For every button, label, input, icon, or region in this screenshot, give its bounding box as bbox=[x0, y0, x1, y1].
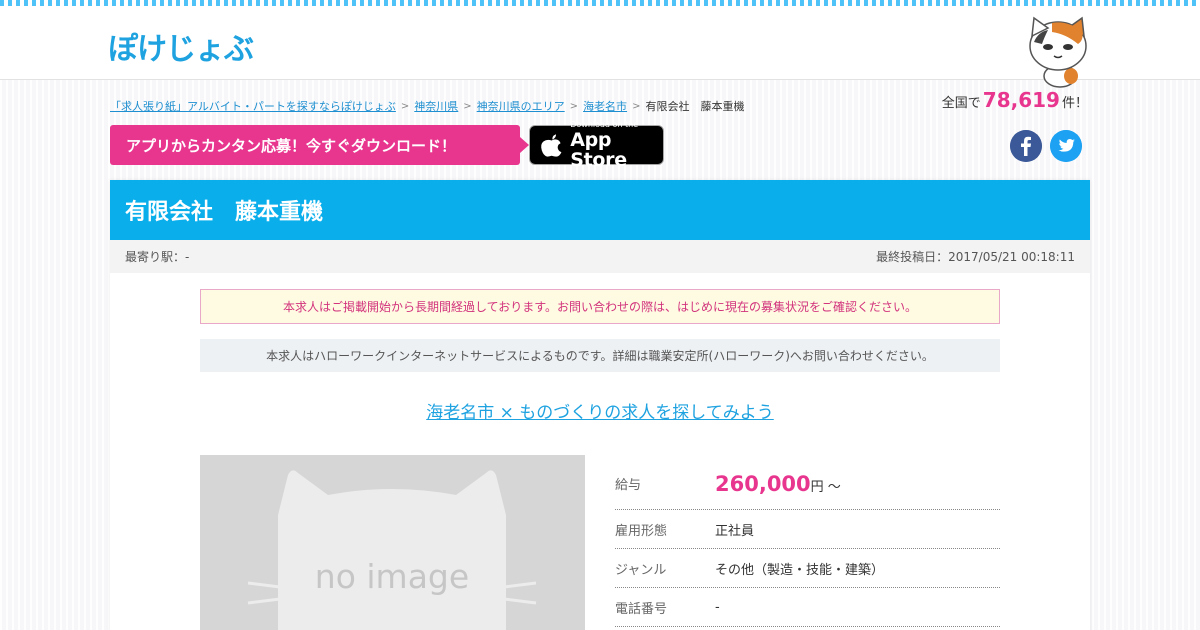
breadcrumb: 「求人張り紙」アルバイト・パートを探すならぽけじょぶ > 神奈川県 > 神奈川県… bbox=[110, 98, 744, 114]
no-image-text: no image bbox=[315, 557, 469, 596]
source-notice: 本求人はハローワークインターネットサービスによるものです。詳細は職業安定所(ハロ… bbox=[200, 339, 1000, 372]
detail-row-phone: 電話番号 - bbox=[615, 588, 1000, 627]
employment-value: 正社員 bbox=[715, 523, 755, 539]
apple-icon bbox=[541, 134, 562, 157]
app-store-label: App Store bbox=[570, 129, 627, 171]
chevron-right-icon: > bbox=[632, 100, 641, 112]
detail-row-salary: 給与 260,000円 ～ bbox=[615, 458, 1000, 510]
breadcrumb-current: 有限会社 藤本重機 bbox=[645, 100, 745, 113]
job-title: 有限会社 藤本重機 bbox=[110, 180, 1090, 240]
job-count-number: 78,619 bbox=[982, 88, 1060, 112]
chevron-right-icon: > bbox=[569, 100, 579, 112]
detail-row-genre: ジャンル その他（製造・技能・建築） bbox=[615, 549, 1000, 588]
salary-label: 給与 bbox=[615, 478, 642, 493]
chevron-right-icon: > bbox=[400, 100, 410, 112]
salary-value: 260,000円 ～ bbox=[715, 472, 841, 496]
breadcrumb-link-prefecture[interactable]: 神奈川県 bbox=[414, 98, 458, 114]
job-count-suffix: 件！ bbox=[1061, 96, 1088, 111]
app-store-button[interactable]: Download on the App Store bbox=[529, 120, 664, 170]
job-meta: 最寄り駅：- 最終投稿日：2017/05/21 00:18:11 bbox=[110, 240, 1090, 273]
job-count: 全国で 78,619 件！ bbox=[942, 88, 1088, 112]
chevron-right-icon: > bbox=[463, 100, 472, 112]
breadcrumb-link-city[interactable]: 海老名市 bbox=[583, 98, 627, 114]
breadcrumb-link-area[interactable]: 神奈川県のエリア bbox=[477, 98, 565, 114]
cat-mascot-icon bbox=[1029, 16, 1087, 88]
logo-text: ぽけじょぶ bbox=[108, 32, 254, 67]
twitter-icon[interactable] bbox=[1050, 130, 1082, 162]
salary-amount: 260,000 bbox=[715, 471, 811, 496]
job-card: 有限会社 藤本重機 最寄り駅：- 最終投稿日：2017/05/21 00:18:… bbox=[110, 180, 1090, 630]
job-count-prefix: 全国で bbox=[941, 96, 981, 111]
related-search-link[interactable]: 海老名市 × ものづくりの求人を探してみよう bbox=[110, 398, 1090, 423]
job-details: 給与 260,000円 ～ 雇用形態 正社員 ジャンル その他（製造・技能・建築… bbox=[615, 458, 1000, 627]
genre-value: その他（製造・技能・建築） bbox=[715, 562, 885, 578]
warning-notice: 本求人はご掲載開始から長期間経過しております。お問い合わせの際は、はじめに現在の… bbox=[200, 289, 1000, 324]
nearest-station: 最寄り駅：- bbox=[125, 250, 190, 264]
job-image-placeholder: no image bbox=[200, 455, 585, 630]
employment-label: 雇用形態 bbox=[615, 523, 668, 539]
salary-unit: 円 ～ bbox=[810, 479, 841, 495]
app-download-banner[interactable]: アプリからカンタン応募！今すぐダウンロード！ bbox=[110, 125, 529, 165]
phone-value: - bbox=[715, 599, 720, 615]
detail-row-employment: 雇用形態 正社員 bbox=[615, 510, 1000, 549]
site-header: ぽけじょぶ bbox=[0, 6, 1200, 88]
posted-date: 最終投稿日：2017/05/21 00:18:11 bbox=[876, 250, 1075, 264]
site-logo[interactable]: ぽけじょぶ bbox=[108, 26, 254, 67]
no-image-cat-icon: no image bbox=[247, 470, 537, 630]
phone-label: 電話番号 bbox=[615, 601, 668, 617]
breadcrumb-link-home[interactable]: 「求人張り紙」アルバイト・パートを探すならぽけじょぶ bbox=[110, 98, 396, 114]
genre-label: ジャンル bbox=[615, 562, 667, 578]
facebook-icon[interactable] bbox=[1010, 130, 1042, 162]
